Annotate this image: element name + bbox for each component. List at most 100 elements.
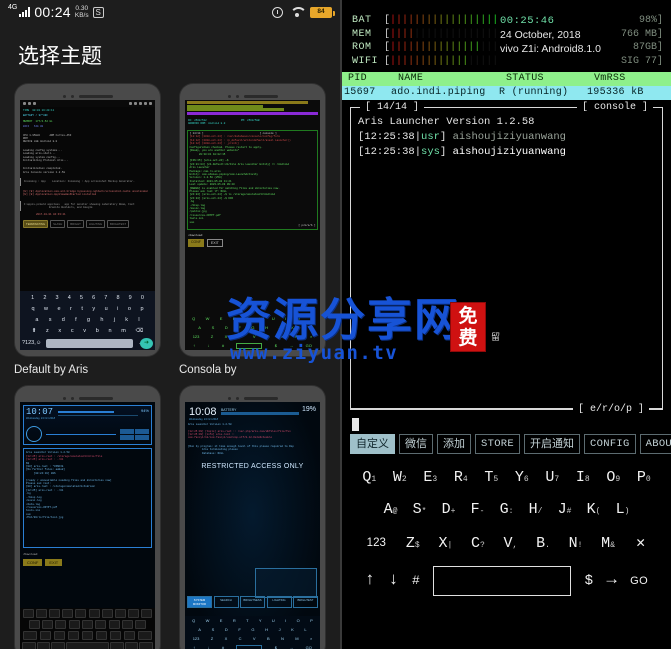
preview-key: E [219,316,223,321]
toolbar-button-store[interactable]: STORE [475,434,521,454]
key-j[interactable]: J# [552,500,578,518]
toolbar-button-about[interactable]: ABOUT [639,434,671,454]
emoji-icon: ☺ [35,340,42,346]
preview-key: o [127,305,131,312]
preview-keyboard-row: ↑ ↓ # $ → GO [185,341,320,350]
console-message: aishoujiziyuanwang [452,146,566,158]
preview-tab: BRIGHTNESS [240,596,265,608]
preview-body-block-2: Loading config systems... Loading aris-s… [20,147,155,165]
preview-key: Q [192,316,196,321]
process-table-row[interactable]: 15697 ado.indi.piping R (running) 195336… [342,86,671,100]
preview-key: 123 [192,636,200,641]
preview-subtitle: Wednesday, 24 Oct 2018 [26,417,56,420]
system-row-value: SIG 77] [620,55,663,67]
key-sub: $ [414,541,420,550]
key-w[interactable]: W2 [387,468,413,486]
preview-hud-dial-row [26,426,149,443]
phone-mockup: TIME 00:01 16:20:11 BATTERY / 97°89F MEM… [15,84,160,356]
preview-tab: SLASH [50,219,66,228]
signal-strength-icon [19,7,31,17]
preview-bar [58,411,114,413]
key-n[interactable]: N! [563,534,589,552]
arrow-right-icon[interactable]: → [606,571,616,591]
preview-key: × [309,636,313,641]
preview-tab: SYSTEM MONITOR [187,596,212,608]
status-bar-clock: 00:24 [34,4,71,20]
key-o[interactable]: O9 [600,468,626,486]
console-panel[interactable]: [ 14/14 ] [ console ] Aris Launcher Vers… [350,101,663,415]
preview-button: CONF [23,558,43,566]
key-main: S [412,501,422,518]
preview-line-text: CPU 1.95GHz ARM Cortex-A53 [23,133,72,137]
console-timestamp: [12:25:38 [358,146,415,158]
preview-keyboard-row: Q W E R T Y U I O P [185,314,320,323]
key-b[interactable]: B. [530,534,556,552]
preview-tab: BRIGHT [67,219,84,228]
preview-key [114,609,126,618]
theme-card-default[interactable]: TIME 00:01 16:20:11 BATTERY / 97°89F MEM… [10,84,165,386]
toolbar-button-add[interactable]: 添加 [437,434,471,454]
preview-hud-top: 10:07 Wednesday, 24 Oct 2018 94% [26,408,149,421]
preview-keyboard [20,608,155,649]
preview-key: O [296,316,300,321]
key-i[interactable]: I8 [570,468,596,486]
key-hash[interactable]: # [412,571,420,591]
preview-terminal: Aris Launcher Version 1.2.58 [12:25] ari… [23,448,152,549]
key-c[interactable]: C? [465,534,491,552]
key-s[interactable]: S* [407,500,433,518]
arrow-down-icon[interactable]: ↓ [388,571,398,591]
preview-key: J [278,325,281,330]
preview-keyboard-row [20,608,155,619]
preview-key [68,620,80,629]
preview-key: # [221,645,225,649]
phone-mockup: 10:07 Wednesday, 24 Oct 2018 94% Aris La… [15,386,160,649]
key-x[interactable]: X| [432,534,458,552]
go-key[interactable]: GO [630,575,648,587]
key-numeric-toggle[interactable]: 123 [359,535,393,552]
key-m[interactable]: M& [595,534,621,552]
toolbar-button-custom[interactable]: 自定义 [350,434,395,454]
preview-battery-pct: 94% [140,408,149,413]
key-l[interactable]: L) [610,500,636,518]
key-f[interactable]: F- [465,500,491,518]
key-d[interactable]: D+ [436,500,462,518]
toolbar-button-config[interactable]: CONFIG [584,434,636,454]
toolbar-button-notifications[interactable]: 开启通知 [524,434,581,454]
key-sub: * [421,507,427,516]
key-v[interactable]: V, [497,534,523,552]
console-timestamp: [12:25:38 [358,131,415,143]
preview-key [81,620,93,629]
preview-key: p [140,305,144,312]
key-a[interactable]: A@ [378,500,404,518]
theme-card-consola[interactable]: ID: 2560/512 PM: 2560/5GB ANDROID ROM: A… [175,84,330,386]
key-y[interactable]: Y6 [509,468,535,486]
key-z[interactable]: Z$ [400,534,426,552]
key-q[interactable]: Q1 [356,468,382,486]
preview-key: E [219,618,223,623]
key-g[interactable]: G: [494,500,520,518]
key-sub: | [447,541,453,550]
theme-card-restricted[interactable]: 10:08 Wednesday, 24 Oct 2018 BATTERY 19%… [175,386,330,649]
console-line: Aris Launcher Version 1.2.58 [358,115,657,130]
preview-key: X [224,636,228,641]
toolbar-button-wechat[interactable]: 微信 [399,434,433,454]
key-p[interactable]: P0 [631,468,657,486]
key-e[interactable]: E3 [417,468,443,486]
preview-keyboard-row: 1 2 3 4 5 6 7 8 9 0 [20,292,155,303]
backspace-icon[interactable]: ✕ [628,535,654,552]
key-k[interactable]: K( [581,500,607,518]
key-h[interactable]: H/ [523,500,549,518]
space-key[interactable] [433,566,572,596]
key-main: Q [362,469,372,486]
key-u[interactable]: U7 [539,468,565,486]
preview-space-key [236,342,263,349]
key-t[interactable]: T5 [478,468,504,486]
key-sub: ! [577,541,583,550]
preview-key: A [198,325,201,330]
key-r[interactable]: R4 [448,468,474,486]
arrow-up-icon[interactable]: ↑ [365,571,375,591]
preview-key: A [198,627,201,632]
key-dollar[interactable]: $ [585,571,593,591]
theme-card-hud[interactable]: 10:07 Wednesday, 24 Oct 2018 94% Aris La… [10,386,165,649]
preview-key: M [295,334,299,339]
